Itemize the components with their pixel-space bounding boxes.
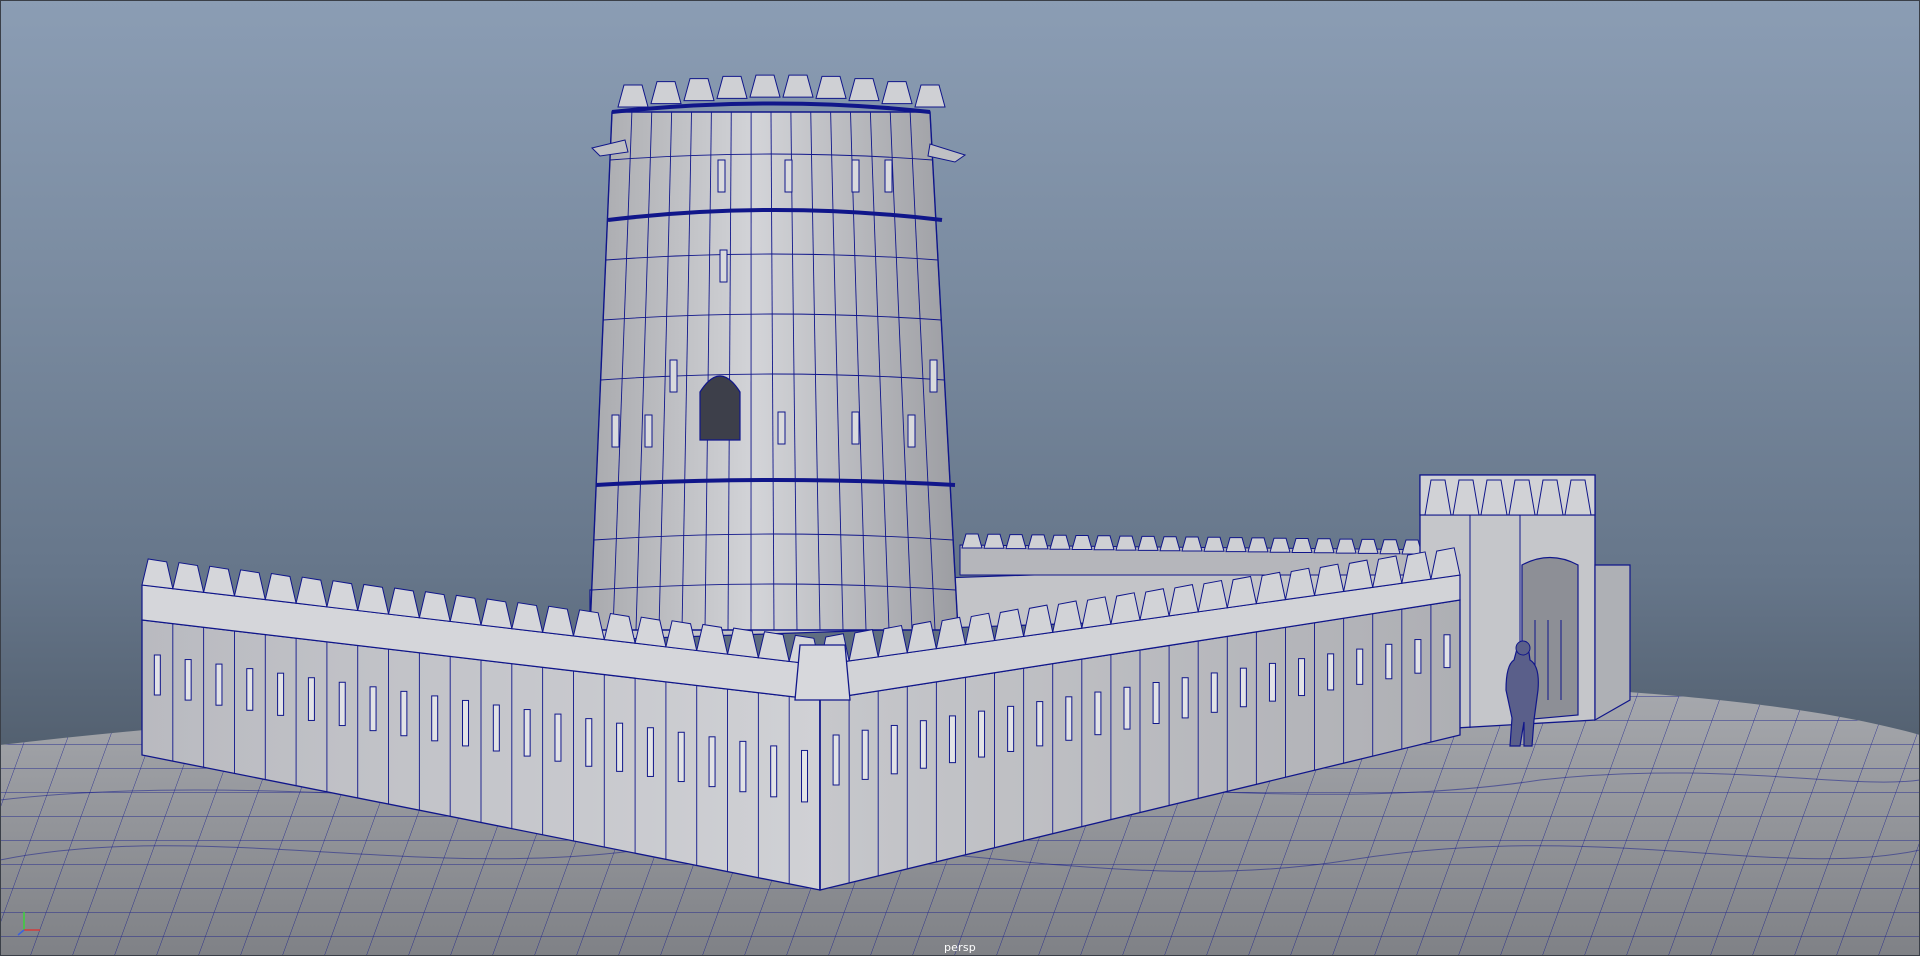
camera-name-label: persp [944, 941, 976, 954]
watch-tower [589, 74, 967, 631]
perspective-viewport[interactable]: persp [0, 0, 1920, 956]
axis-gizmo [17, 912, 40, 936]
z-axis-line [17, 929, 25, 936]
scene-render[interactable] [0, 0, 1920, 956]
